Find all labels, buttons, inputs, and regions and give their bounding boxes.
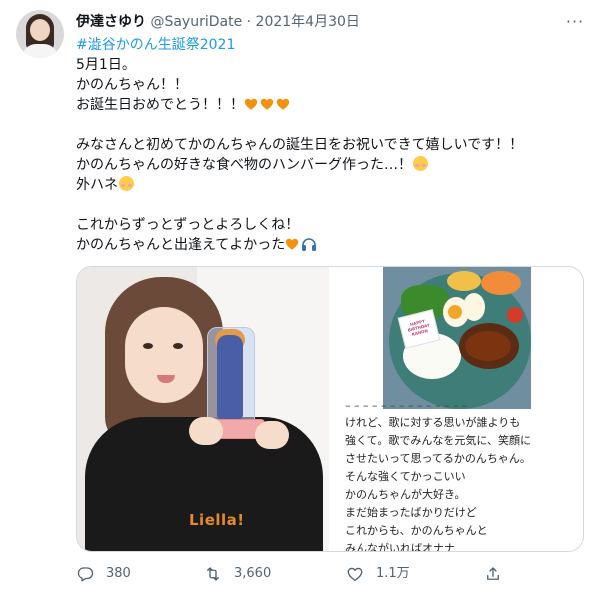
handwritten-note: – – – – – – – – – – – – – – けれど、歌に対する思いが…	[345, 405, 581, 551]
note-line: そんな強くてかっこいい	[345, 470, 466, 483]
text-line: これからずっとずっとよろしくね！	[76, 217, 300, 233]
orange-heart-icon	[244, 98, 258, 110]
display-name[interactable]: 伊達さゆり	[76, 14, 146, 30]
media-grid: Liella! HAPPY BIRTHDAY KANON – – – – – –…	[76, 266, 584, 552]
text-line: かのんちゃんと出逢えてよかった	[76, 235, 576, 255]
more-horizontal-icon[interactable]: ···	[565, 12, 585, 32]
tweet-text: #澁谷かのん生誕祭2021 5月1日。 かのんちゃん！！ お誕生日おめでとう！！…	[76, 35, 576, 255]
note-line: これからも、かのんちゃんと	[345, 524, 488, 537]
text-line: お誕生日おめでとう！！！	[76, 95, 576, 115]
orange-heart-icon	[276, 98, 290, 110]
handle[interactable]: @SayuriDate	[150, 14, 242, 30]
text-line: 5月1日。	[76, 57, 136, 73]
text-line: かのんちゃんの好きな食べ物のハンバーグ作った…！	[76, 155, 576, 175]
note-line: みんながいればオナナ	[345, 542, 455, 551]
note-line: させたいって思ってるかのんちゃん。	[345, 452, 531, 465]
reply-icon	[77, 567, 94, 582]
text-line: みなさんと初めてかのんちゃんの誕生日をお祝いできて嬉しいです！！	[76, 137, 524, 153]
note-line: けれど、歌に対する思いが誰よりも	[345, 416, 521, 429]
heart-icon	[347, 567, 363, 582]
shirt-logo: Liella!	[189, 511, 245, 529]
share-icon	[487, 567, 499, 580]
note-line: まだ始まったばかりだけど	[345, 506, 477, 519]
note-line: 強くて。歌でみんなを元気に、笑顔に	[345, 434, 532, 447]
action-bar: 380 3,660 1.1万	[76, 564, 576, 584]
text-line-content: お誕生日おめでとう！！！	[76, 97, 244, 113]
separator: ·	[246, 14, 252, 30]
hashtag-link[interactable]: #澁谷かのん生誕祭2021	[76, 37, 235, 53]
reply-count: 380	[106, 566, 131, 581]
text-line-content: かのんちゃんと出逢えてよかった	[76, 237, 286, 253]
orange-heart-icon	[286, 238, 299, 250]
tweet-date[interactable]: 2021年4月30日	[256, 14, 360, 30]
blushing-face-icon	[119, 176, 134, 191]
note-line: かのんちゃんが大好き。	[345, 488, 466, 501]
text-line: かのんちゃん！！	[76, 77, 188, 93]
avatar[interactable]	[16, 10, 64, 58]
text-line-content: 外ハネ	[76, 177, 118, 193]
retweet-button[interactable]: 3,660	[204, 564, 271, 584]
share-button[interactable]	[484, 564, 514, 584]
orange-heart-icon	[260, 98, 274, 110]
tweet-header: 伊達さゆり @SayuriDate · 2021年4月30日	[76, 12, 576, 32]
photo-hamburger[interactable]: HAPPY BIRTHDAY KANON – – – – – – – – – –…	[331, 267, 583, 551]
like-count: 1.1万	[376, 566, 410, 581]
blushing-face-icon	[413, 156, 428, 171]
retweet-count: 3,660	[234, 566, 272, 581]
like-button[interactable]: 1.1万	[346, 564, 410, 584]
retweet-icon	[207, 567, 219, 581]
headphones-icon	[302, 238, 317, 251]
text-line-content: かのんちゃんの好きな食べ物のハンバーグ作った…！	[76, 157, 412, 173]
photo-selfie[interactable]: Liella!	[77, 267, 329, 551]
text-line: 外ハネ	[76, 175, 576, 195]
reply-button[interactable]: 380	[76, 564, 131, 584]
